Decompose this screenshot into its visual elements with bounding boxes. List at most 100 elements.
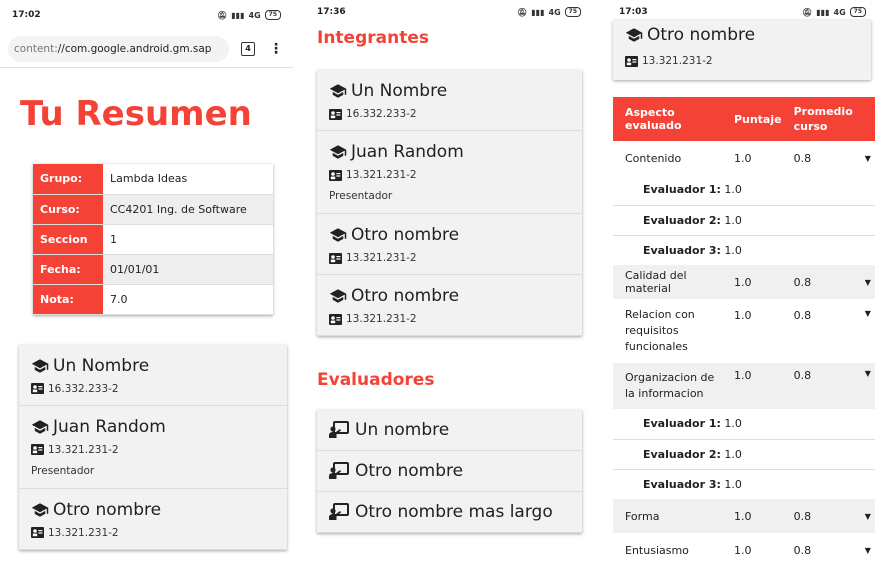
info-key: Curso: (33, 194, 103, 225)
evaluator-score-value: 1.0 (724, 213, 742, 227)
aspect-row[interactable]: Relacion con requisitos funcionales 1.0 … (613, 299, 875, 363)
id-card-icon (31, 383, 44, 394)
url-scheme: content: (14, 42, 58, 55)
member-item: Otro nombre 13.321.231-2 (317, 275, 582, 336)
caret-down-icon[interactable]: ▼ (853, 533, 875, 567)
member-id: 13.321.231-2 (642, 55, 713, 67)
aspect-row[interactable]: Entusiasmo 1.0 0.8 ▼ (613, 533, 875, 567)
browser-menu-button[interactable]: ⋮ (269, 41, 283, 57)
aspect-name: Forma (613, 499, 722, 533)
aspect-name: Entusiasmo (625, 543, 689, 557)
evaluator-score-label: Evaluador 2: (643, 447, 721, 461)
evaluators-card: Un nombre Otro nombre Otro nombre mas la… (317, 410, 582, 533)
aspect-row[interactable]: Contenido 1.0 0.8 ▼ (613, 141, 875, 175)
evaluator-name: Un nombre (355, 420, 450, 440)
member-item: Juan Random 13.321.231-2 Presentador (19, 406, 287, 489)
aspect-avg: 0.8 (781, 265, 853, 299)
caret-down-icon[interactable]: ▼ (852, 499, 875, 533)
evaluator-score-row: Evaluador 2: 1.0 (613, 205, 875, 236)
member-name: Juan Random (53, 416, 166, 437)
caret-down-icon[interactable]: ▼ (853, 141, 875, 175)
aspect-avg: 0.8 (793, 309, 812, 322)
evaluator-score-row: Evaluador 3: 1.0 (613, 235, 875, 265)
teacher-icon (329, 503, 349, 521)
signal-icon: ▮▮▮ (531, 7, 545, 17)
info-value: 7.0 (103, 284, 273, 315)
info-row-date: Fecha: 01/01/01 (33, 254, 273, 285)
aspect-name: Organizacion de la informacion (613, 363, 722, 409)
id-card-icon (625, 55, 638, 67)
evaluator-score-label: Evaluador 1: (643, 417, 721, 431)
evaluator-score-label: Evaluador 2: (643, 213, 721, 227)
tab-switcher-button[interactable]: 4 (241, 41, 255, 56)
signal-icon: ▮▮▮ (816, 7, 830, 17)
screen-summary: 17:02 🔕︎ ▮▮▮ 4G 75 content://com.google.… (0, 0, 293, 582)
aspects-table: Aspecto evaluado Puntaje Promedio curso … (613, 97, 875, 567)
info-key: Grupo: (33, 164, 103, 195)
header-aspect: Aspecto evaluado (613, 97, 722, 141)
aspect-avg: 0.8 (793, 543, 812, 557)
status-icons: 🔕︎ ▮▮▮ 4G 75 (217, 10, 281, 20)
caret-down-icon[interactable]: ▼ (853, 299, 875, 363)
evaluator-score-value: 1.0 (724, 243, 742, 257)
aspect-name: Relacion con requisitos funcionales (625, 308, 695, 353)
aspect-avg: 0.8 (781, 499, 853, 533)
info-key: Nota: (33, 284, 103, 315)
url-path: //com.google.android.gm.sap (57, 42, 212, 55)
member-id: 13.321.231-2 (346, 252, 417, 264)
graduation-cap-icon (329, 287, 347, 305)
screen-aspects: 17:03 🔕︎ ▮▮▮ 4G 75 Otro nombre 13.321.23… (607, 0, 878, 582)
member-item: Otro nombre 13.321.231-2 (317, 214, 582, 275)
status-icons: 🔕︎ ▮▮▮ 4G 75 (802, 7, 866, 17)
header-score: Puntaje (721, 97, 782, 141)
status-icons: 🔕︎ ▮▮▮ 4G 75 (517, 7, 581, 17)
aspect-score: 1.0 (733, 543, 752, 557)
mute-icon: 🔕︎ (517, 7, 528, 17)
graduation-cap-icon (31, 501, 49, 519)
evaluator-score-label: Evaluador 3: (643, 477, 721, 491)
graduation-cap-icon (625, 26, 643, 44)
caret-down-icon[interactable]: ▼ (852, 265, 875, 299)
aspect-row[interactable]: Calidad del material 1.0 0.8 ▼ (613, 265, 875, 299)
id-card-icon (329, 313, 342, 325)
evaluator-item: Otro nombre (317, 451, 582, 492)
info-key: Fecha: (33, 254, 103, 285)
id-card-icon (329, 169, 342, 181)
evaluator-score-value: 1.0 (724, 183, 742, 197)
battery-icon: 75 (564, 7, 581, 17)
member-role: Presentador (31, 464, 95, 477)
aspect-score: 1.0 (721, 499, 782, 533)
aspect-row[interactable]: Forma 1.0 0.8 ▼ (613, 499, 875, 533)
network-label: 4G (248, 10, 261, 20)
member-id: 13.321.231-2 (346, 313, 417, 325)
aspect-avg: 0.8 (793, 151, 812, 165)
mute-icon: 🔕︎ (217, 10, 228, 20)
evaluator-score-row: Evaluador 1: 1.0 (613, 175, 875, 206)
id-card-icon (31, 527, 44, 538)
network-label: 4G (833, 7, 846, 17)
page-title: Tu Resumen (20, 94, 252, 134)
aspects-header-row: Aspecto evaluado Puntaje Promedio curso (613, 97, 875, 141)
aspect-avg: 0.8 (781, 363, 853, 409)
member-id: 13.321.231-2 (48, 443, 119, 456)
evaluator-name: Otro nombre (355, 461, 464, 481)
id-card-icon (329, 252, 342, 264)
info-row-section: Seccion 1 (33, 224, 273, 255)
network-label: 4G (548, 7, 561, 17)
graduation-cap-icon (329, 226, 347, 244)
graduation-cap-icon (329, 143, 347, 161)
member-name: Juan Random (351, 142, 464, 162)
id-card-icon (329, 108, 342, 120)
info-value: 01/01/01 (103, 254, 273, 285)
aspect-row[interactable]: Organizacion de la informacion 1.0 0.8 ▼ (613, 363, 875, 409)
url-field[interactable]: content://com.google.android.gm.sap (8, 35, 229, 62)
mute-icon: 🔕︎ (802, 7, 813, 17)
member-name: Un Nombre (351, 81, 448, 101)
evaluator-score-value: 1.0 (724, 447, 742, 461)
evaluator-item: Otro nombre mas largo (317, 492, 582, 533)
aspect-score: 1.0 (721, 265, 782, 299)
info-value: Lambda Ideas (103, 164, 273, 195)
member-item: Otro nombre 13.321.231-2 (19, 489, 287, 550)
info-value: CC4201 Ing. de Software (103, 194, 273, 225)
caret-down-icon[interactable]: ▼ (852, 363, 875, 409)
